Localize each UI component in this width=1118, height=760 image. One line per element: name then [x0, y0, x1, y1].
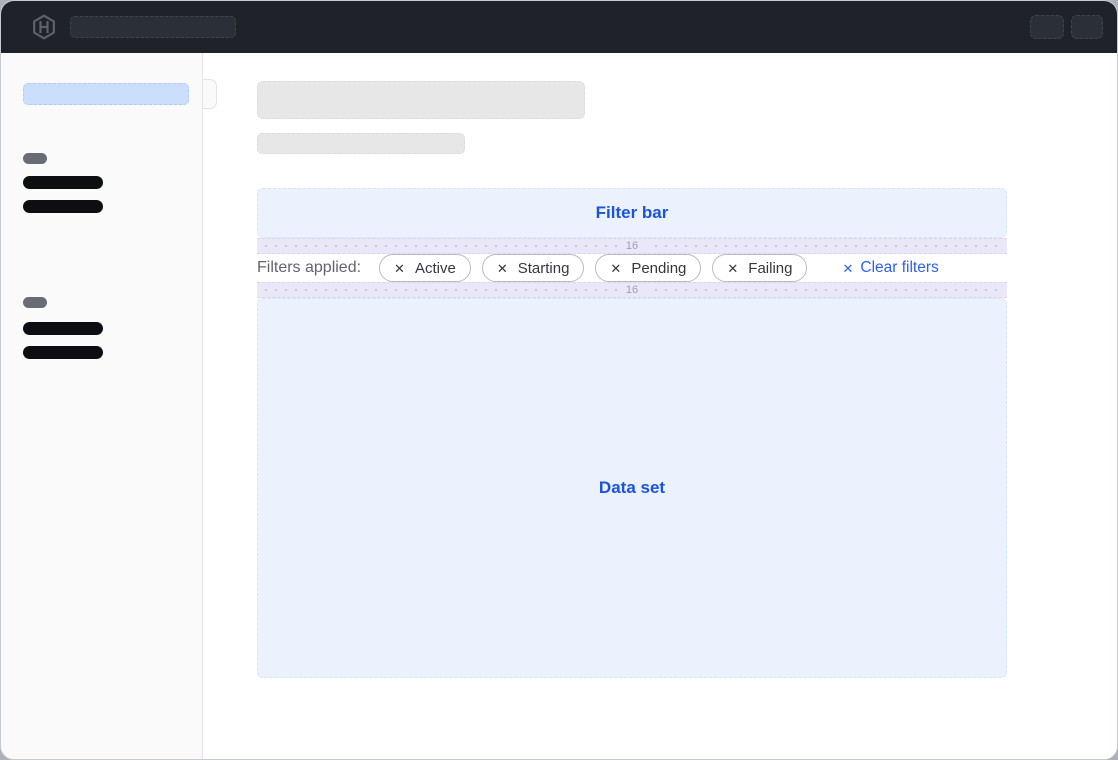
hashicorp-logo-icon[interactable]: [31, 14, 57, 40]
dismiss-icon[interactable]: ✕: [610, 262, 621, 275]
filter-bar-region: Filter bar: [257, 188, 1007, 238]
filter-bar-label: Filter bar: [596, 203, 669, 223]
spacing-value: 16: [617, 240, 647, 252]
sidebar-nav-item-placeholder[interactable]: [23, 176, 103, 189]
sidebar-nav-item-placeholder[interactable]: [23, 322, 103, 335]
filter-pill-label: Active: [415, 260, 456, 277]
sidebar: [1, 53, 203, 759]
spacing-annotation-bottom: 16: [257, 282, 1007, 298]
main-content: Filter bar 16 Filters applied: ✕ Active …: [203, 53, 1117, 759]
top-nav-bar: [1, 1, 1117, 53]
sidebar-section-label-placeholder: [23, 153, 47, 164]
topbar-button-placeholder[interactable]: [1030, 15, 1064, 39]
page-title-placeholder: [257, 81, 585, 119]
sidebar-nav-item-placeholder[interactable]: [23, 200, 103, 213]
filter-pill-failing[interactable]: ✕ Failing: [712, 254, 807, 282]
spacing-value: 16: [617, 284, 647, 296]
topbar-button-placeholder[interactable]: [1071, 15, 1103, 39]
filters-applied-row: Filters applied: ✕ Active ✕ Starting ✕ P…: [257, 254, 1007, 282]
filter-pill-pending[interactable]: ✕ Pending: [595, 254, 701, 282]
topbar-actions: [1030, 15, 1103, 39]
filter-pill-active[interactable]: ✕ Active: [379, 254, 471, 282]
clear-filters-icon: ✕: [842, 262, 853, 275]
page-subtitle-placeholder: [257, 133, 465, 154]
dismiss-icon[interactable]: ✕: [727, 262, 738, 275]
sidebar-nav-item-placeholder[interactable]: [23, 346, 103, 359]
dismiss-icon[interactable]: ✕: [394, 262, 405, 275]
filter-pill-label: Failing: [748, 260, 792, 277]
dismiss-icon[interactable]: ✕: [497, 262, 508, 275]
search-input-placeholder[interactable]: [70, 16, 236, 38]
data-set-region: Data set: [257, 298, 1007, 678]
sidebar-active-item-placeholder[interactable]: [23, 83, 189, 105]
clear-filters-label: Clear filters: [860, 259, 938, 277]
app-window: Filter bar 16 Filters applied: ✕ Active …: [0, 0, 1118, 760]
filter-pill-label: Pending: [631, 260, 686, 277]
filters-applied-label: Filters applied:: [257, 259, 361, 277]
sidebar-active-item-notch: [203, 79, 217, 109]
filter-pill-label: Starting: [518, 260, 570, 277]
data-set-label: Data set: [599, 478, 665, 498]
spacing-annotation-top: 16: [257, 238, 1007, 254]
sidebar-section-label-placeholder: [23, 297, 47, 308]
clear-filters-link[interactable]: ✕ Clear filters: [842, 259, 938, 277]
filter-pill-starting[interactable]: ✕ Starting: [482, 254, 585, 282]
